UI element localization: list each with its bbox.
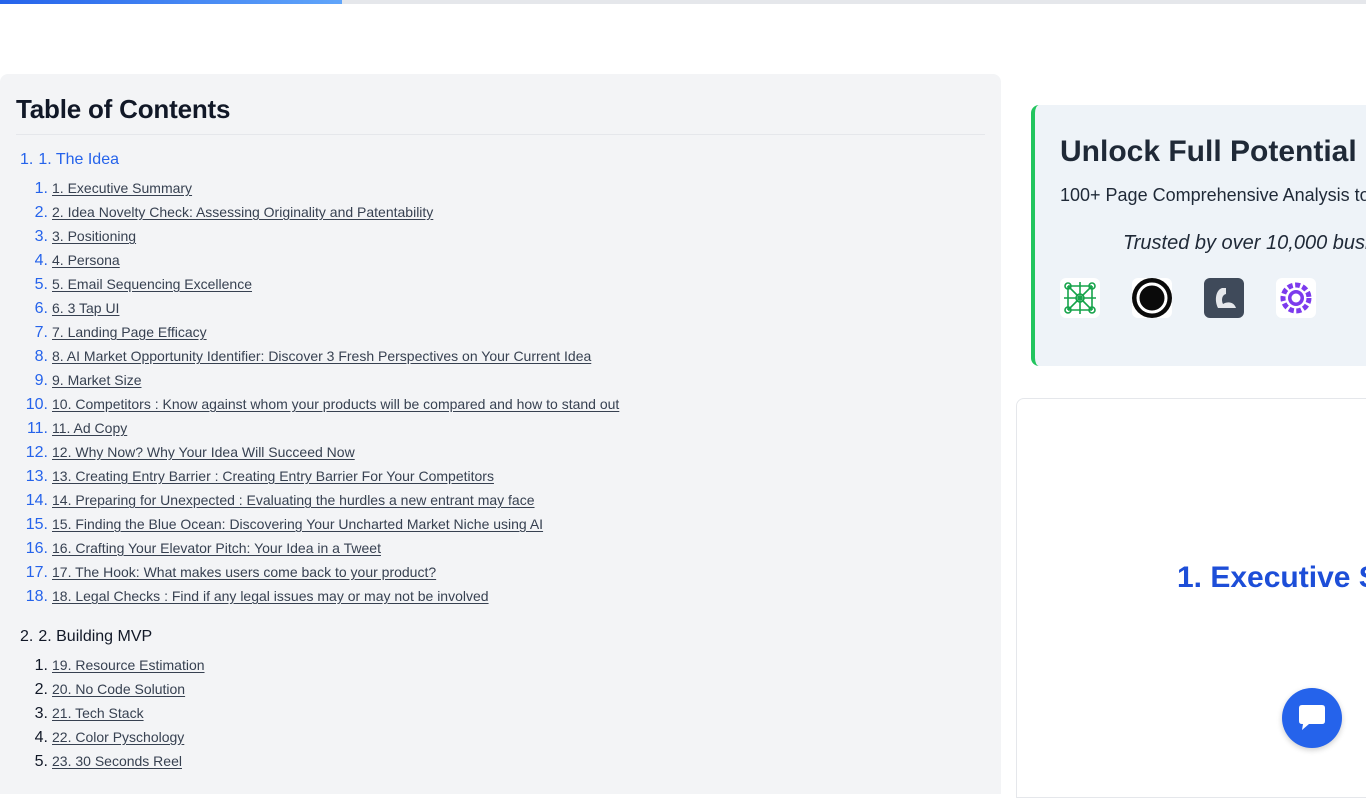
toc-item-number: 4.	[34, 252, 48, 269]
toc-item-link[interactable]: 15. Finding the Blue Ocean: Discovering …	[52, 516, 543, 532]
toc-item-link[interactable]: 2. Idea Novelty Check: Assessing Origina…	[52, 204, 433, 220]
toc-item-link[interactable]: 17. The Hook: What makes users come back…	[52, 564, 436, 580]
toc-item: 16. 16. Crafting Your Elevator Pitch: You…	[16, 540, 985, 564]
toc-item-link[interactable]: 11. Ad Copy	[52, 420, 127, 436]
toc-item-number: 15.	[25, 516, 48, 533]
toc-item: 18. 18. Legal Checks : Find if any legal …	[16, 588, 985, 612]
toc-item-number: 2.	[34, 204, 48, 221]
reading-progress-fill	[0, 0, 342, 4]
toc-item-number: 5.	[34, 276, 48, 293]
toc-item-number: 5.	[34, 753, 48, 770]
toc-item: 14. 14. Preparing for Unexpected : Evalua…	[16, 492, 985, 516]
toc-item-link[interactable]: 19. Resource Estimation	[52, 657, 205, 673]
toc-item: 6. 6. 3 Tap UI	[16, 300, 985, 324]
toc-item-number: 18.	[25, 588, 48, 605]
toc-item: 1. 19. Resource Estimation	[16, 657, 985, 681]
toc-item: 13. 13. Creating Entry Barrier : Creating…	[16, 468, 985, 492]
network-logo-icon	[1060, 278, 1100, 318]
toc-item-number: 7.	[34, 324, 48, 341]
toc-title: Table of Contents	[16, 94, 985, 135]
toc-section: 2. 2. Building MVP 1. 19. Resource Estimati…	[16, 628, 985, 777]
toc-item-link[interactable]: 1. Executive Summary	[52, 180, 192, 196]
toc-item: 9. 9. Market Size	[16, 372, 985, 396]
toc-item: 10. 10. Competitors : Know against whom y…	[16, 396, 985, 420]
toc-item: 3. 3. Positioning	[16, 228, 985, 252]
reading-progress-bar	[0, 0, 1366, 4]
toc-item: 4. 22. Color Pyschology	[16, 729, 985, 753]
toc-item-link[interactable]: 7. Landing Page Efficacy	[52, 324, 207, 340]
toc-item-number: 3.	[34, 228, 48, 245]
toc-item-link[interactable]: 9. Market Size	[52, 372, 141, 388]
arm-logo-icon	[1204, 278, 1244, 318]
toc-section-number: 1.	[20, 151, 34, 168]
toc-item-link[interactable]: 12. Why Now? Why Your Idea Will Succeed …	[52, 444, 355, 460]
promo-subtitle: 100+ Page Comprehensive Analysis to	[1060, 185, 1366, 205]
promo-title: Unlock Full Potential	[1060, 135, 1357, 168]
toc-item-link[interactable]: 10. Competitors : Know against whom your…	[52, 396, 619, 412]
toc-item-link[interactable]: 13. Creating Entry Barrier : Creating En…	[52, 468, 494, 484]
toc-item-number: 17.	[25, 564, 48, 581]
toc-item-number: 6.	[34, 300, 48, 317]
toc-item: 12. 12. Why Now? Why Your Idea Will Succe…	[16, 444, 985, 468]
toc-item-number: 3.	[34, 705, 48, 722]
toc-item: 3. 21. Tech Stack	[16, 705, 985, 729]
toc-item-number: 14.	[25, 492, 48, 509]
toc-item-number: 16.	[25, 540, 48, 557]
toc-item-number: 8.	[34, 348, 48, 365]
toc-item-number: 4.	[34, 729, 48, 746]
promo-trust-text: Trusted by over 10,000 busin	[1123, 232, 1366, 254]
toc-section: 1. 1. The Idea 1. 1. Executive Summary 2. 2. …	[16, 151, 985, 612]
toc-section-title: 1. The Idea	[38, 151, 119, 168]
toc-item: 11. 11. Ad Copy	[16, 420, 985, 444]
toc-item-number: 11.	[26, 420, 48, 437]
toc-item-link[interactable]: 22. Color Pyschology	[52, 729, 184, 745]
toc-item-link[interactable]: 4. Persona	[52, 252, 120, 268]
toc-item-number: 1.	[34, 657, 48, 674]
toc-section-title: 2. Building MVP	[38, 628, 153, 645]
toc-item: 7. 7. Landing Page Efficacy	[16, 324, 985, 348]
toc-item-link[interactable]: 23. 30 Seconds Reel	[52, 753, 182, 769]
toc-item: 17. 17. The Hook: What makes users come b…	[16, 564, 985, 588]
toc-item-link[interactable]: 6. 3 Tap UI	[52, 300, 119, 316]
toc-item: 2. 20. No Code Solution	[16, 681, 985, 705]
toc-item: 15. 15. Finding the Blue Ocean: Discoveri…	[16, 516, 985, 540]
toc-item: 1. 1. Executive Summary	[16, 180, 985, 204]
table-of-contents: Table of Contents 1. 1. The Idea 1. 1. Exec…	[0, 74, 1001, 794]
toc-item-link[interactable]: 21. Tech Stack	[52, 705, 144, 721]
toc-item-link[interactable]: 5. Email Sequencing Excellence	[52, 276, 252, 292]
toc-item-link[interactable]: 14. Preparing for Unexpected : Evaluatin…	[52, 492, 535, 508]
toc-item-link[interactable]: 8. AI Market Opportunity Identifier: Dis…	[52, 348, 591, 364]
promo-card[interactable]: Unlock Full Potential 100+ Page Comprehe…	[1031, 105, 1366, 366]
toc-section-heading[interactable]: 1. 1. The Idea	[16, 151, 985, 169]
toc-item-link[interactable]: 18. Legal Checks : Find if any legal iss…	[52, 588, 489, 604]
toc-section-number: 2.	[20, 628, 34, 645]
toc-item-number: 2.	[34, 681, 48, 698]
toc-item: 5. 23. 30 Seconds Reel	[16, 753, 985, 777]
toc-item-list: 1. 19. Resource Estimation 2. 20. No Code S…	[16, 657, 985, 777]
toc-item: 8. 8. AI Market Opportunity Identifier: D…	[16, 348, 985, 372]
toc-item-number: 12.	[25, 444, 48, 461]
toc-item-link[interactable]: 3. Positioning	[52, 228, 136, 244]
toc-item-list: 1. 1. Executive Summary 2. 2. Idea Novelty …	[16, 180, 985, 612]
ring-logo-icon	[1132, 278, 1172, 318]
section-heading: 1. Executive S	[1177, 561, 1366, 594]
toc-section-heading[interactable]: 2. 2. Building MVP	[16, 628, 985, 646]
toc-item-number: 1.	[34, 180, 48, 197]
customer-logos	[1060, 278, 1366, 318]
gear-logo-icon	[1276, 278, 1316, 318]
toc-item-link[interactable]: 20. No Code Solution	[52, 681, 185, 697]
chat-button[interactable]	[1282, 688, 1342, 748]
toc-sections: 1. 1. The Idea 1. 1. Executive Summary 2. 2. …	[16, 151, 985, 777]
toc-item: 4. 4. Persona	[16, 252, 985, 276]
toc-item-number: 10.	[25, 396, 48, 413]
toc-item-link[interactable]: 16. Crafting Your Elevator Pitch: Your I…	[52, 540, 381, 556]
toc-item-number: 9.	[34, 372, 48, 389]
chat-bubble-icon	[1299, 705, 1325, 730]
toc-item-number: 13.	[25, 468, 48, 485]
toc-item: 5. 5. Email Sequencing Excellence	[16, 276, 985, 300]
toc-item: 2. 2. Idea Novelty Check: Assessing Origi…	[16, 204, 985, 228]
